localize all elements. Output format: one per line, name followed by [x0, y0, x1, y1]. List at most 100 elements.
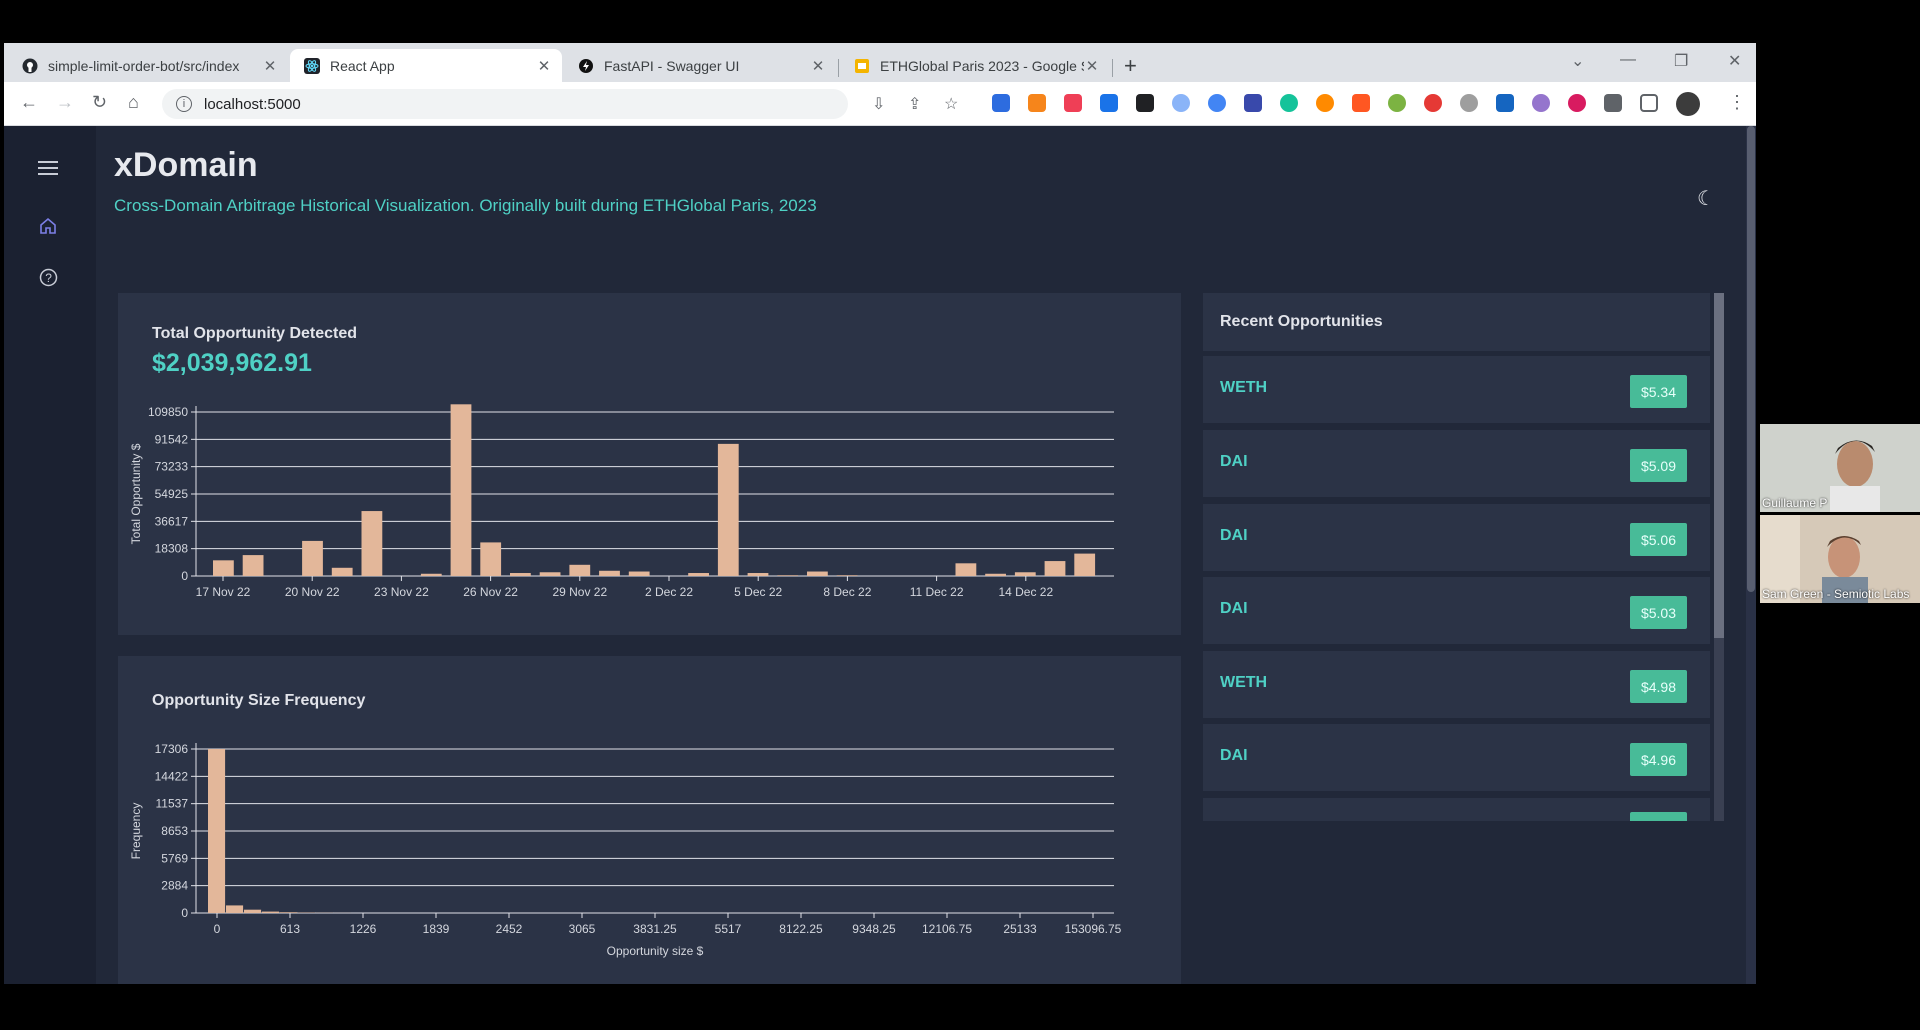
forward-icon[interactable]: →: [56, 92, 74, 113]
x-tick-label: 0: [214, 922, 221, 936]
bar: [420, 573, 442, 576]
bar: [599, 570, 620, 576]
y-tick-label: 109850: [148, 405, 188, 419]
recent-scrollbar[interactable]: [1714, 293, 1724, 821]
extension-icon[interactable]: [1424, 94, 1442, 112]
help-icon[interactable]: ?: [39, 268, 58, 287]
hamburger-menu-icon[interactable]: [38, 160, 58, 176]
app-title: xDomain: [114, 146, 258, 184]
extension-icon[interactable]: [1532, 94, 1550, 112]
list-item[interactable]: DAI $4.96: [1203, 724, 1710, 791]
card-title: Total Opportunity Detected: [152, 325, 358, 342]
dark-mode-toggle-icon[interactable]: ☾: [1697, 186, 1715, 211]
puzzle-icon[interactable]: [1604, 94, 1622, 112]
x-tick-label: 14 Dec 22: [998, 585, 1053, 599]
tab-google-slides[interactable]: ETHGlobal Paris 2023 - Google S ✕: [840, 49, 1110, 82]
frequency-card: Opportunity Size Frequency 0 2884 5769 8653…: [118, 656, 1181, 984]
avatar[interactable]: [1676, 92, 1700, 116]
tab-github[interactable]: simple-limit-order-bot/src/index ✕: [8, 49, 288, 82]
close-icon[interactable]: ✕: [536, 57, 552, 75]
tab-strip: simple-limit-order-bot/src/index ✕ React…: [4, 43, 1756, 82]
bar: [213, 560, 234, 576]
new-tab-icon[interactable]: +: [1124, 53, 1137, 79]
home-icon[interactable]: ⌂: [128, 92, 139, 113]
tab-title: React App: [330, 57, 395, 74]
scrollbar-thumb[interactable]: [1714, 293, 1724, 638]
tab-fastapi[interactable]: FastAPI - Swagger UI ✕: [564, 49, 836, 82]
list-item[interactable]: DAI $5.09: [1203, 430, 1710, 497]
bar: [807, 571, 828, 576]
x-tick-label: 153096.75: [1065, 922, 1122, 936]
minimize-icon[interactable]: —: [1620, 51, 1636, 69]
side-panel-icon[interactable]: [1640, 94, 1658, 112]
token-name: DAI: [1220, 600, 1248, 617]
browser-window: simple-limit-order-bot/src/index ✕ React…: [4, 43, 1756, 984]
bar: [510, 573, 531, 576]
page-scrollbar[interactable]: [1746, 126, 1756, 984]
extension-icon[interactable]: [992, 94, 1010, 112]
x-tick-label: 5517: [715, 922, 742, 936]
back-icon[interactable]: ←: [20, 92, 38, 113]
x-tick-label: 29 Nov 22: [552, 585, 607, 599]
total-opportunity-card: Total Opportunity Detected $2,039,962.91…: [118, 293, 1181, 635]
list-item[interactable]: [1203, 798, 1710, 821]
bar: [208, 749, 226, 913]
total-amount: $2,039,962.91: [152, 349, 312, 377]
video-tile: Guillaume P: [1760, 424, 1920, 512]
extension-icon[interactable]: [1208, 94, 1226, 112]
y-axis-label: Frequency: [129, 803, 143, 860]
bar: [480, 542, 502, 576]
menu-kebab-icon[interactable]: ⋮: [1728, 92, 1746, 113]
bar: [244, 909, 262, 913]
url-text[interactable]: localhost:5000: [204, 96, 301, 113]
extension-icon[interactable]: [1352, 94, 1370, 112]
scrollbar-thumb[interactable]: [1747, 126, 1755, 592]
extension-icon[interactable]: [1460, 94, 1478, 112]
metamask-icon[interactable]: [1028, 94, 1046, 112]
close-icon[interactable]: ✕: [810, 57, 826, 75]
tab-react-app[interactable]: React App ✕: [290, 49, 562, 82]
bookmark-star-icon[interactable]: ☆: [944, 94, 958, 114]
x-tick-label: 2 Dec 22: [645, 585, 693, 599]
pocket-icon[interactable]: [1064, 94, 1082, 112]
value-badge: $5.09: [1630, 449, 1687, 482]
bar: [1044, 561, 1066, 576]
list-item[interactable]: DAI $5.06: [1203, 504, 1710, 571]
install-icon[interactable]: ⇩: [872, 94, 885, 114]
extension-icon[interactable]: [1568, 94, 1586, 112]
x-tick-label: 5 Dec 22: [734, 585, 782, 599]
list-item[interactable]: DAI $5.03: [1203, 577, 1710, 644]
list-item[interactable]: WETH $4.98: [1203, 651, 1710, 718]
list-item[interactable]: WETH $5.34: [1203, 356, 1710, 423]
bar: [569, 564, 591, 576]
y-tick-label: 5769: [161, 851, 188, 865]
tab-search-icon[interactable]: ⌄: [1571, 51, 1584, 71]
x-tick-label: 1226: [350, 922, 377, 936]
close-window-icon[interactable]: ✕: [1728, 51, 1741, 71]
extension-icon[interactable]: [1496, 94, 1514, 112]
grammarly-icon[interactable]: [1280, 94, 1298, 112]
bar: [242, 555, 264, 576]
x-tick-label: 17 Nov 22: [196, 585, 251, 599]
extension-icon[interactable]: [1172, 94, 1190, 112]
home-icon[interactable]: [39, 217, 57, 235]
extension-icon[interactable]: [1136, 94, 1154, 112]
card-title: Opportunity Size Frequency: [152, 692, 366, 709]
extension-icon[interactable]: [1316, 94, 1334, 112]
extension-icon[interactable]: [1100, 94, 1118, 112]
address-bar[interactable]: i localhost:5000 ⇩ ⇪ ☆: [162, 89, 958, 119]
share-icon[interactable]: ⇪: [908, 94, 921, 114]
x-tick-label: 26 Nov 22: [463, 585, 518, 599]
video-tile: Sam Green - Semiotic Labs: [1760, 515, 1920, 603]
close-icon[interactable]: ✕: [262, 57, 278, 75]
site-info-icon[interactable]: i: [176, 96, 192, 112]
extension-icon[interactable]: [1388, 94, 1406, 112]
panel-title: Recent Opportunities: [1220, 313, 1383, 330]
reload-icon[interactable]: ↻: [92, 92, 107, 113]
extension-icon[interactable]: [1244, 94, 1262, 112]
value-badge: $5.34: [1630, 375, 1687, 408]
close-icon[interactable]: ✕: [1084, 57, 1100, 75]
token-name: DAI: [1220, 453, 1248, 470]
restore-icon[interactable]: ❐: [1674, 51, 1688, 71]
bar: [302, 540, 323, 576]
